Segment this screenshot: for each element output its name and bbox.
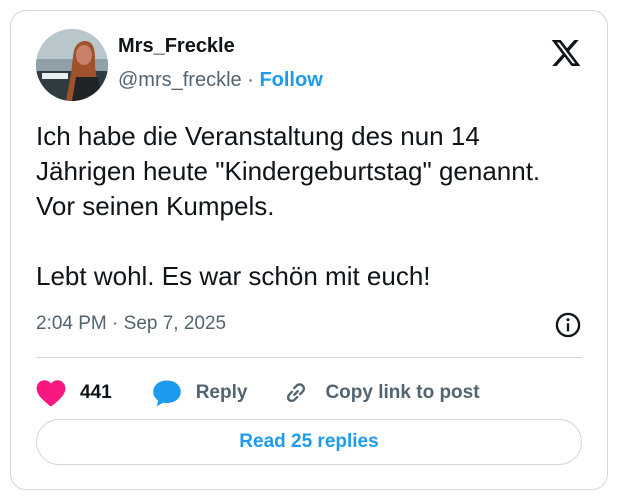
follow-link[interactable]: Follow [259, 69, 322, 91]
copy-link-button[interactable]: Copy link to post [281, 379, 480, 407]
divider [36, 357, 582, 358]
heart-icon [36, 380, 66, 407]
tweet-paragraph: Lebt wohl. Es war schön mit euch! [36, 261, 431, 291]
link-icon [287, 383, 306, 403]
avatar[interactable] [36, 29, 108, 101]
read-replies-button[interactable]: Read 25 replies [36, 419, 582, 465]
handle-separator: · [241, 69, 260, 91]
author-handle[interactable]: @mrs_freckle [118, 69, 242, 91]
copy-link-label: Copy link to post [325, 382, 480, 403]
action-bar: 441 Reply Copy link to post [36, 373, 480, 413]
tweet-card: Mrs_Freckle @mrs_freckle · Follow Ich ha… [10, 10, 608, 490]
tweet-paragraph: Ich habe die Veranstaltung des nun 14 Jä… [36, 121, 541, 221]
info-icon[interactable] [554, 311, 582, 339]
speech-bubble-icon [152, 380, 181, 407]
tweet-text: Ich habe die Veranstaltung des nun 14 Jä… [36, 119, 584, 294]
reply-button[interactable]: Reply [152, 379, 248, 407]
reply-label: Reply [195, 382, 248, 403]
read-replies-label: Read 25 replies [239, 431, 379, 452]
avatar-image [36, 29, 108, 101]
author-handle-row: @mrs_freckle · Follow [118, 69, 323, 92]
like-button[interactable]: 441 [36, 379, 112, 407]
like-count: 441 [80, 382, 112, 403]
x-logo-icon[interactable] [550, 37, 582, 69]
tweet-timestamp[interactable]: 2:04 PM · Sep 7, 2025 [36, 313, 226, 335]
author-name[interactable]: Mrs_Freckle [118, 35, 235, 58]
